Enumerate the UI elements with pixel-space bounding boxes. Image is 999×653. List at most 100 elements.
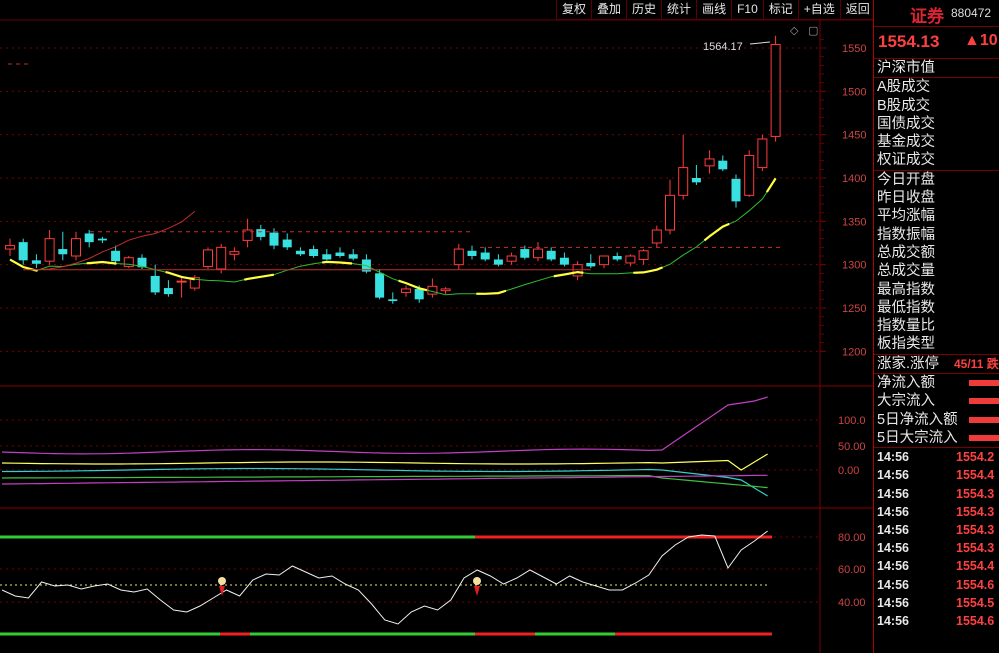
price-tick-label: 1350 xyxy=(842,216,866,228)
toolbar-button-5[interactable]: F10 xyxy=(732,0,764,20)
tick-time: 14:56 xyxy=(877,522,909,537)
candle-body xyxy=(58,249,68,255)
flow-tick-label: 100.0 xyxy=(838,415,866,427)
signal-marker xyxy=(473,577,481,585)
tick-list: 14:56 1554.2 14:56 1554.4 14:56 1554.3 14:56 15… xyxy=(874,448,999,630)
candle-body xyxy=(71,238,81,257)
tick-row: 14:56 1554.3 xyxy=(874,485,999,503)
tick-price: 1554.3 xyxy=(956,541,995,556)
fund-flow-group: 净流入额 大宗流入 5日净流入额 5日大宗流入 xyxy=(874,374,999,449)
candle-body xyxy=(599,255,609,266)
flow-label: 5日净流入额 xyxy=(877,411,958,428)
osc-tick-label: 80.00 xyxy=(838,532,866,544)
candle-body xyxy=(638,250,649,260)
turnover-label-0: A股成交 xyxy=(877,79,931,96)
flow-bar xyxy=(969,380,999,387)
toolbar-button-3[interactable]: 统计 xyxy=(662,0,698,20)
candle-body xyxy=(348,254,358,259)
tick-time: 14:56 xyxy=(877,504,909,519)
candle-body xyxy=(31,260,41,264)
turnover-group: A股成交 B股成交 国债成交 基金成交 权证成交 xyxy=(874,78,999,171)
candle-body xyxy=(467,250,477,256)
candle-body xyxy=(414,288,424,300)
price-row: 1554.13 ▲10 xyxy=(874,27,999,59)
index-stat-label-6: 最高指数 xyxy=(877,281,935,298)
tick-time: 14:56 xyxy=(877,468,909,483)
tick-time: 14:56 xyxy=(877,613,909,628)
tick-price: 1554.3 xyxy=(956,504,995,519)
toolbar-button-7[interactable]: +自选 xyxy=(798,0,841,20)
index-stat-label-5: 总成交量 xyxy=(877,263,935,280)
price-tick-label: 1300 xyxy=(842,260,866,272)
flow-row: 5日净流入额 xyxy=(874,411,999,429)
candle-body xyxy=(559,257,569,265)
toolbar-button-2[interactable]: 历史 xyxy=(627,0,663,20)
tick-price: 1554.6 xyxy=(956,577,995,592)
last-price: 1554.13 xyxy=(878,32,940,51)
flow-bar xyxy=(969,398,999,405)
candle-body xyxy=(176,280,187,283)
tick-row: 14:56 1554.3 xyxy=(874,521,999,539)
candle-body xyxy=(44,238,55,262)
candle-body xyxy=(586,262,596,267)
tick-time: 14:56 xyxy=(877,595,909,610)
candle-body xyxy=(150,275,160,293)
quote-panel: 证券 880472 1554.13 ▲10 沪深市值 A股成交 B股成交 国债成交基… xyxy=(873,0,999,653)
candle-body xyxy=(335,252,345,256)
tick-price: 1554.4 xyxy=(956,468,995,483)
toolbar-button-0[interactable]: 复权 xyxy=(557,0,593,20)
candle-body xyxy=(691,178,701,183)
price-tick-label: 1450 xyxy=(842,130,866,142)
candle-body xyxy=(163,288,173,295)
price-tick-label: 1250 xyxy=(842,303,866,315)
price-tick-label: 1500 xyxy=(842,86,866,98)
chart-option-glyph: ▢ xyxy=(808,25,818,37)
osc-line xyxy=(1,530,768,625)
tick-time: 14:56 xyxy=(877,577,909,592)
tick-row: 14:56 1554.4 xyxy=(874,557,999,575)
candle-body xyxy=(480,252,490,260)
index-stat-label-8: 指数量比 xyxy=(877,318,935,335)
flow-tick-label: 50.00 xyxy=(838,441,866,453)
index-stat-label-3: 指数振幅 xyxy=(877,226,935,243)
tick-time: 14:56 xyxy=(877,541,909,556)
turnover-label-2: 国债成交 xyxy=(877,115,935,132)
index-stat-label-7: 最低指数 xyxy=(877,299,935,316)
price-tick-label: 1550 xyxy=(842,43,866,55)
tick-row: 14:56 1554.5 xyxy=(874,594,999,612)
candle-body xyxy=(625,255,636,264)
candle-body xyxy=(651,229,662,244)
toolbar-button-4[interactable]: 画线 xyxy=(697,0,733,20)
index-stat-label-4: 总成交额 xyxy=(877,244,935,261)
candle-body xyxy=(229,251,240,255)
kline-chart[interactable]: 1550 1500 1450 1400 1350 1300 1250 1200 1564.17 ◇… xyxy=(0,0,873,653)
candle-body xyxy=(731,178,741,202)
toolbar-button-6[interactable]: 标记 xyxy=(763,0,799,20)
tick-price: 1554.4 xyxy=(956,559,995,574)
flow-row: 净流入额 xyxy=(874,374,999,392)
candle-body xyxy=(256,229,266,237)
toolbar-button-8[interactable]: 返回 xyxy=(840,0,876,20)
candle-body xyxy=(744,154,755,196)
tick-time: 14:56 xyxy=(877,559,909,574)
flow-label: 大宗流入 xyxy=(877,393,935,410)
candle-body xyxy=(111,250,121,262)
index-stat-label-9: 板指类型 xyxy=(877,336,935,353)
candle-body xyxy=(678,167,689,196)
candle-body xyxy=(322,254,332,260)
tick-row: 14:56 1554.4 xyxy=(874,466,999,484)
candle-body xyxy=(770,43,781,137)
toolbar-button-1[interactable]: 叠加 xyxy=(592,0,628,20)
tick-time: 14:56 xyxy=(877,450,909,465)
candle-body xyxy=(5,245,15,250)
advance-limit-label: 涨家.涨停 xyxy=(877,355,940,372)
candle-body xyxy=(18,242,28,261)
tick-row: 14:56 1554.3 xyxy=(874,503,999,521)
flow-tick-label: 0.00 xyxy=(838,465,859,477)
candle-body xyxy=(295,250,305,255)
turnover-label-3: 基金成交 xyxy=(877,134,935,151)
turnover-label-1: B股成交 xyxy=(877,97,931,114)
max-price-label: 1564.17 xyxy=(703,41,743,53)
index-stat-label-2: 平均涨幅 xyxy=(877,208,935,225)
tick-price: 1554.6 xyxy=(956,613,995,628)
